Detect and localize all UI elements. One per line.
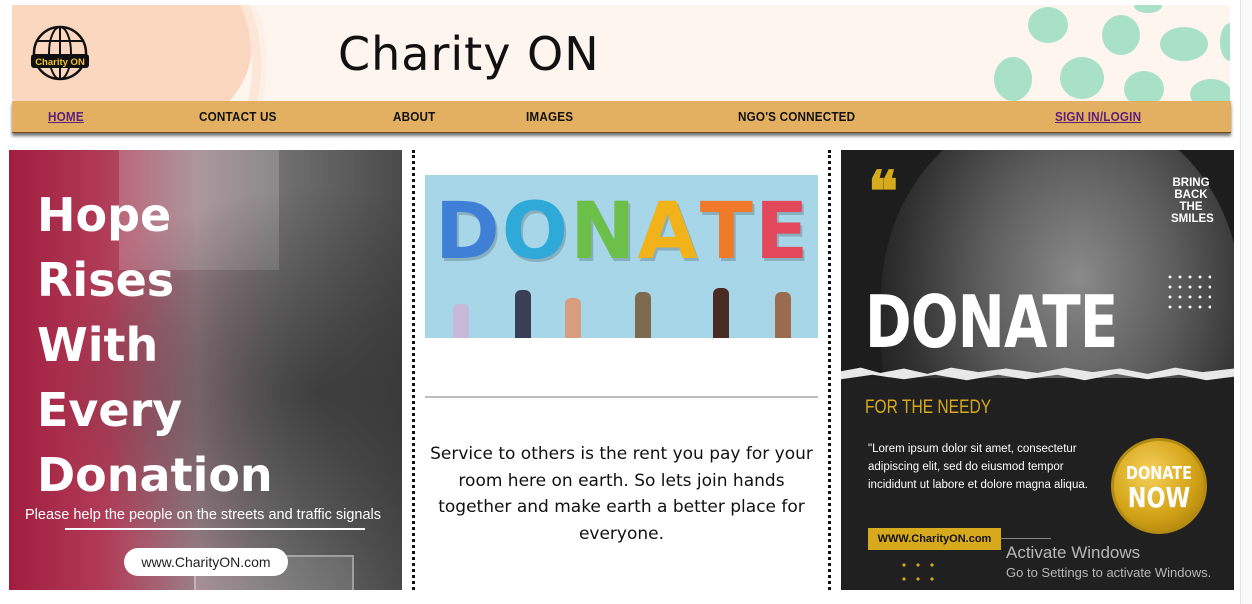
header-decor-dot xyxy=(1028,7,1068,43)
balloon-letter: T xyxy=(699,187,755,277)
banner-arm xyxy=(453,304,469,338)
header-decor-dot xyxy=(1160,27,1208,61)
balloon-letter: E xyxy=(754,187,811,277)
poster-tagline-line: THE xyxy=(1179,201,1203,213)
poster-headline-line: Hope xyxy=(37,188,172,242)
banner-arm xyxy=(635,292,651,338)
activate-windows-watermark: Activate Windows Go to Settings to activ… xyxy=(1006,543,1211,580)
balloon-letter: N xyxy=(570,187,638,277)
banner-word: DONATE xyxy=(435,187,810,277)
charity-on-logo[interactable]: Charity ON xyxy=(30,25,90,85)
header-decor-dot xyxy=(1124,71,1164,101)
poster-subtext: Please help the people on the streets an… xyxy=(25,507,382,523)
poster-headline-line: Every xyxy=(37,383,183,437)
poster-donate-headline: DONATE xyxy=(865,280,1118,364)
nav-ngos-connected[interactable]: NGO'S CONNECTED xyxy=(738,109,855,124)
poster-url-rule xyxy=(1001,538,1051,539)
header-decor-dot xyxy=(1060,57,1104,99)
nav-contact-us[interactable]: CONTACT US xyxy=(199,109,277,124)
watermark-title: Activate Windows xyxy=(1006,543,1141,562)
middle-divider xyxy=(425,396,818,398)
site-header: Charity ON Charity ON xyxy=(12,5,1230,101)
poster-subheadline: FOR THE NEEDY xyxy=(865,397,992,418)
nav-about[interactable]: ABOUT xyxy=(393,109,435,124)
poster-tagline: BRING BACK THE SMILES xyxy=(1171,177,1214,225)
quote-mark-icon: ❝ xyxy=(868,159,899,225)
nav-sign-in-login[interactable]: SIGN IN/LOGIN xyxy=(1055,109,1141,124)
header-decor-dot xyxy=(1190,79,1230,101)
poster-body-text: "Lorem ipsum dolor sit amet, consectetur… xyxy=(868,443,1088,491)
balloon-letter: A xyxy=(637,187,700,277)
watermark-subtitle: Go to Settings to activate Windows. xyxy=(1006,565,1212,580)
badge-line: NOW xyxy=(1127,481,1191,514)
poster-dot-grid xyxy=(1165,272,1211,314)
banner-arm xyxy=(713,288,729,338)
poster-divider xyxy=(65,528,365,530)
poster-gold-dots xyxy=(897,558,943,586)
header-decor-dot xyxy=(1134,5,1162,13)
header-decor-dot xyxy=(994,57,1032,101)
poster-url-badge: WWW.CharityON.com xyxy=(868,528,1001,550)
header-decor-arc xyxy=(197,5,267,101)
banner-arm xyxy=(775,292,791,338)
banner-arm xyxy=(515,290,531,338)
logo-text: Charity ON xyxy=(35,57,85,68)
poster-tagline-line: BACK xyxy=(1174,189,1208,201)
balloon-letter: D xyxy=(435,187,502,277)
banner-arm xyxy=(565,298,581,338)
nav-home[interactable]: HOME xyxy=(48,109,84,124)
poster-headline: Hope Rises With Every Donation xyxy=(37,183,337,508)
poster-tagline-line: BRING xyxy=(1172,177,1210,189)
poster-headline-line: Donation xyxy=(37,448,273,502)
main-nav: HOME CONTACT US ABOUT IMAGES NGO'S CONNE… xyxy=(12,101,1231,133)
balloon-letter: O xyxy=(501,187,571,277)
service-quote: Service to others is the rent you pay fo… xyxy=(430,444,813,544)
poster-url-pill: www.CharityON.com xyxy=(124,548,288,576)
donate-now-badge[interactable]: DONATE NOW xyxy=(1111,438,1207,534)
poster-tagline-line: SMILES xyxy=(1171,213,1214,225)
nav-images[interactable]: IMAGES xyxy=(526,109,573,124)
scrollbar-track[interactable] xyxy=(1240,0,1252,604)
poster-headline-line: With xyxy=(37,318,159,372)
dotted-divider xyxy=(828,150,831,590)
poster-headline-line: Rises xyxy=(37,253,175,307)
dotted-divider xyxy=(412,150,415,590)
donate-balloon-banner: DONATE xyxy=(425,175,818,338)
donate-needy-poster: ❝ BRING BACK THE SMILES DONATE FOR THE N… xyxy=(841,150,1234,590)
site-title: Charity ON xyxy=(338,27,600,81)
hope-donation-poster: Hope Rises With Every Donation Please he… xyxy=(9,150,402,590)
header-decor-dot xyxy=(1220,23,1230,61)
header-decor-dot xyxy=(1102,15,1140,55)
